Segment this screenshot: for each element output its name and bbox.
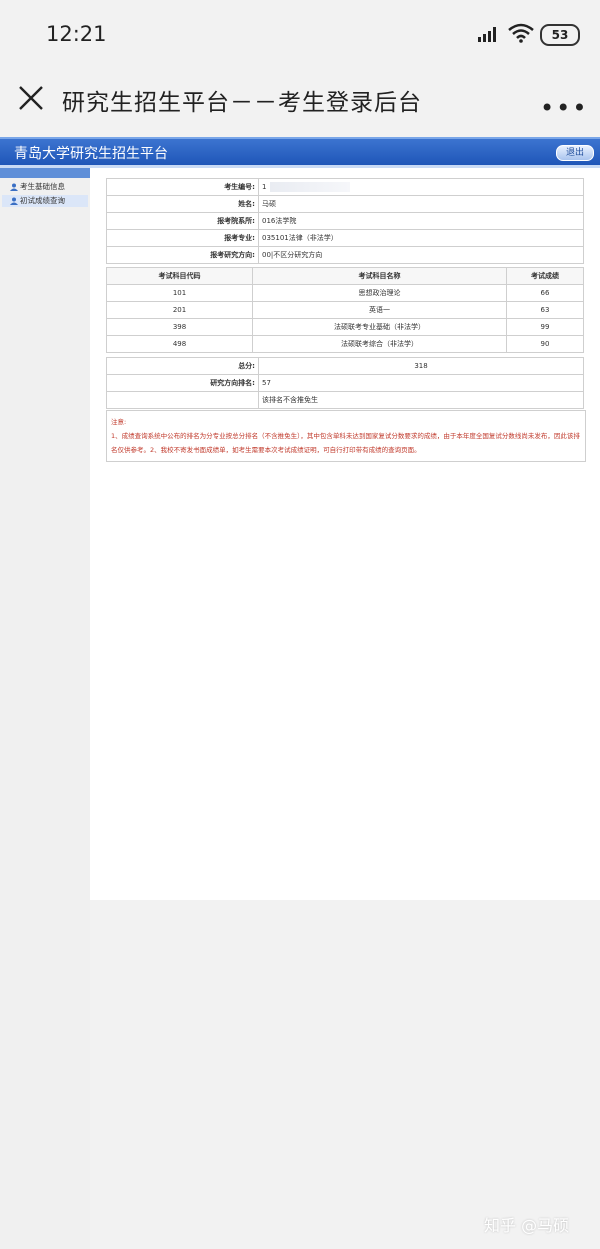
subject-code: 398 bbox=[106, 318, 253, 336]
site-header: 青岛大学研究生招生平台 退出 bbox=[0, 137, 600, 165]
subject-name: 法硕联考综合（非法学） bbox=[252, 335, 507, 353]
user-icon bbox=[10, 197, 18, 205]
subject-code: 498 bbox=[106, 335, 253, 353]
sidebar-item-label: 初试成绩查询 bbox=[20, 196, 65, 205]
status-time: 12:21 bbox=[46, 22, 107, 46]
info-value: 035101法律（非法学） bbox=[258, 229, 584, 247]
table-row: 398 法硕联考专业基础（非法学） 99 bbox=[106, 318, 584, 336]
info-value: 00|不区分研究方向 bbox=[258, 246, 584, 264]
logout-button[interactable]: 退出 bbox=[556, 145, 594, 161]
column-header: 考试科目代码 bbox=[106, 267, 253, 285]
sidebar-item-score-query[interactable]: 初试成绩查询 bbox=[2, 195, 88, 207]
subject-score: 66 bbox=[506, 284, 584, 302]
total-value: 318 bbox=[258, 357, 584, 375]
table-row: 报考院系所: 016法学院 bbox=[106, 212, 584, 230]
status-bar: 12:21 53 bbox=[0, 0, 600, 70]
column-header: 考试成绩 bbox=[506, 267, 584, 285]
site-title: 青岛大学研究生招生平台 bbox=[14, 146, 168, 162]
subject-score: 90 bbox=[506, 335, 584, 353]
info-label: 报考研究方向: bbox=[106, 246, 259, 264]
info-value: 马硕 bbox=[258, 195, 584, 213]
browser-title-bar: 研究生招生平台－－考生登录后台 ••• bbox=[0, 70, 600, 130]
more-menu-icon[interactable]: ••• bbox=[540, 94, 588, 122]
summary-table: 总分: 318 研究方向排名: 57 该排名不含推免生 bbox=[106, 357, 584, 409]
column-header: 考试科目名称 bbox=[252, 267, 507, 285]
table-row: 总分: 318 bbox=[106, 357, 584, 375]
notes-box: 注意: 1、成绩查询系统中公布的排名为分专业按总分排名（不含推免生），其中包含单… bbox=[106, 410, 586, 462]
rank-label: 研究方向排名: bbox=[106, 374, 259, 392]
info-value: 1 bbox=[262, 183, 267, 191]
info-label: 考生编号: bbox=[106, 178, 259, 196]
candidate-info-table: 考生编号: 1 姓名: 马硕 报考院系所: 016法学院 报考专业: 03510… bbox=[106, 178, 584, 264]
table-row: 姓名: 马硕 bbox=[106, 195, 584, 213]
sidebar-item-label: 考生基础信息 bbox=[20, 182, 65, 191]
signal-icon bbox=[478, 27, 496, 42]
table-row: 报考研究方向: 00|不区分研究方向 bbox=[106, 246, 584, 264]
subject-score: 99 bbox=[506, 318, 584, 336]
table-header-row: 考试科目代码 考试科目名称 考试成绩 bbox=[106, 267, 584, 285]
wifi-icon bbox=[508, 23, 534, 43]
sidebar-item-basic-info[interactable]: 考生基础信息 bbox=[2, 181, 88, 193]
table-row: 报考专业: 035101法律（非法学） bbox=[106, 229, 584, 247]
subject-code: 201 bbox=[106, 301, 253, 319]
total-label: 总分: bbox=[106, 357, 259, 375]
rank-note: 该排名不含推免生 bbox=[258, 391, 584, 409]
close-icon[interactable] bbox=[18, 85, 44, 111]
table-row: 101 思想政治理论 66 bbox=[106, 284, 584, 302]
sidebar: 考生基础信息 初试成绩查询 bbox=[0, 168, 90, 1249]
subject-score: 63 bbox=[506, 301, 584, 319]
user-icon bbox=[10, 183, 18, 191]
notes-title: 注意: bbox=[111, 418, 127, 426]
table-row: 498 法硕联考综合（非法学） 90 bbox=[106, 335, 584, 353]
table-row: 201 英语一 63 bbox=[106, 301, 584, 319]
subject-code: 101 bbox=[106, 284, 253, 302]
score-table: 考试科目代码 考试科目名称 考试成绩 101 思想政治理论 66 201 英语一… bbox=[106, 267, 584, 353]
empty-cell bbox=[106, 391, 259, 409]
battery-icon: 53 bbox=[540, 24, 580, 46]
rank-value: 57 bbox=[258, 374, 584, 392]
page-title: 研究生招生平台－－考生登录后台 bbox=[62, 90, 422, 116]
notes-text: 1、成绩查询系统中公布的排名为分专业按总分排名（不含推免生），其中包含单科未达到… bbox=[111, 432, 580, 454]
table-row: 该排名不含推免生 bbox=[106, 391, 584, 409]
info-value-cell: 1 bbox=[258, 178, 584, 196]
table-row: 研究方向排名: 57 bbox=[106, 374, 584, 392]
info-label: 报考专业: bbox=[106, 229, 259, 247]
main-content: 考生编号: 1 姓名: 马硕 报考院系所: 016法学院 报考专业: 03510… bbox=[90, 168, 600, 900]
info-value: 016法学院 bbox=[258, 212, 584, 230]
watermark: 知乎 @马硕 bbox=[484, 1216, 570, 1235]
subject-name: 思想政治理论 bbox=[252, 284, 507, 302]
subject-name: 法硕联考专业基础（非法学） bbox=[252, 318, 507, 336]
sidebar-header-strip bbox=[0, 168, 90, 178]
info-label: 报考院系所: bbox=[106, 212, 259, 230]
subject-name: 英语一 bbox=[252, 301, 507, 319]
table-row: 考生编号: 1 bbox=[106, 178, 584, 196]
redacted-blur bbox=[270, 182, 351, 192]
info-label: 姓名: bbox=[106, 195, 259, 213]
